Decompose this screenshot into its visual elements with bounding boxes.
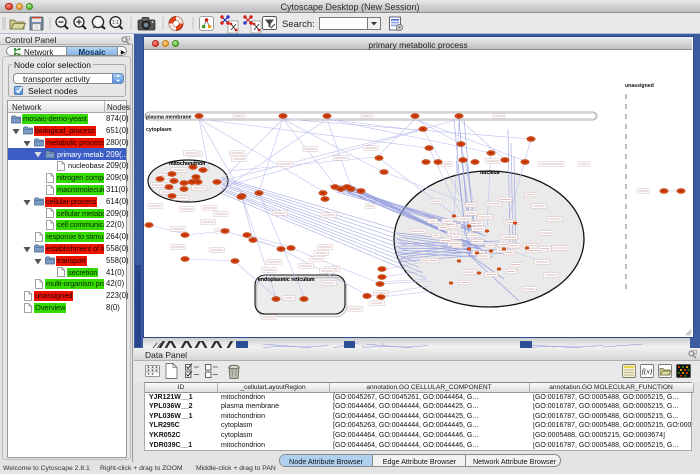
svg-text:f(x): f(x) [642, 367, 653, 376]
svg-text:Search:: Search: [282, 19, 315, 30]
svg-text:endoplasmic reticulum: endoplasmic reticulum [258, 277, 315, 283]
svg-text:plasma membrane: plasma membrane [146, 115, 192, 121]
svg-text:unassigned: unassigned [625, 83, 654, 89]
svg-text:mitochondrion: mitochondrion [169, 161, 205, 167]
svg-text:cytoplasm: cytoplasm [146, 127, 172, 133]
svg-text:nucleus: nucleus [480, 170, 500, 176]
svg-text:1:1: 1:1 [112, 20, 119, 26]
